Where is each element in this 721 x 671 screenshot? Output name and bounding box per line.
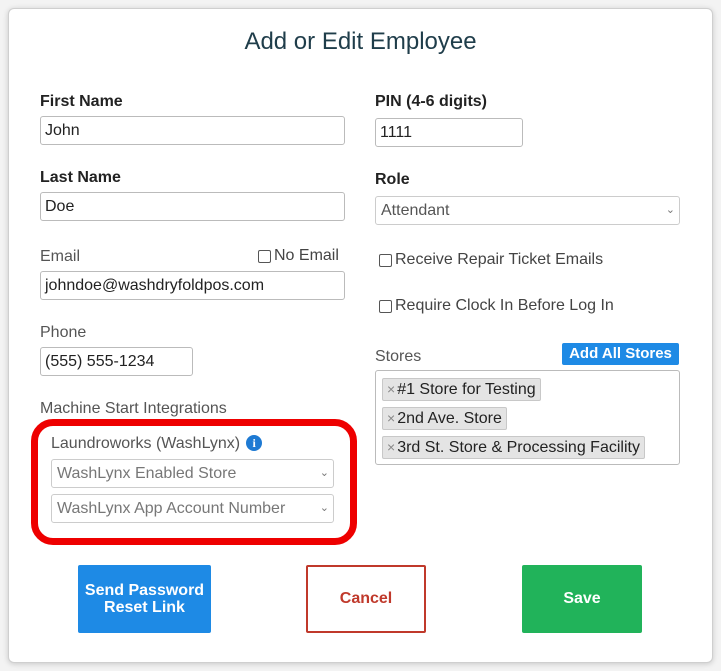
clock-in-checkbox-box[interactable]: [379, 299, 392, 313]
email-label: Email: [40, 248, 81, 265]
no-email-checkbox-box[interactable]: [258, 249, 271, 263]
repair-ticket-emails-checkbox-box[interactable]: [379, 253, 392, 267]
last-name-input[interactable]: Doe: [40, 192, 345, 221]
add-all-stores-button[interactable]: Add All Stores: [562, 343, 679, 365]
phone-input[interactable]: (555) 555-1234: [40, 347, 193, 376]
last-name-label: Last Name: [40, 169, 121, 186]
repair-ticket-emails-checkbox[interactable]: Receive Repair Ticket Emails: [379, 251, 603, 269]
machine-start-integrations-label: Machine Start Integrations: [40, 400, 227, 417]
remove-tag-icon[interactable]: ×: [387, 439, 395, 455]
role-label: Role: [375, 171, 410, 188]
store-tag: × 3rd St. Store & Processing Facility: [382, 436, 645, 459]
no-email-checkbox[interactable]: No Email: [258, 247, 339, 265]
first-name-input[interactable]: John: [40, 116, 345, 145]
store-tag-label: 3rd St. Store & Processing Facility: [397, 439, 640, 456]
store-tag-label: 2nd Ave. Store: [397, 410, 502, 427]
cancel-button[interactable]: Cancel: [306, 565, 426, 633]
remove-tag-icon[interactable]: ×: [387, 381, 395, 397]
first-name-label: First Name: [40, 93, 123, 110]
send-password-reset-button[interactable]: Send Password Reset Link: [78, 565, 211, 633]
chevron-down-icon: ⌄: [665, 204, 675, 216]
pin-input[interactable]: 1111: [375, 118, 523, 147]
store-tag: × #1 Store for Testing: [382, 378, 541, 401]
clock-in-checkbox[interactable]: Require Clock In Before Log In: [379, 297, 614, 315]
clock-in-label: Require Clock In Before Log In: [395, 297, 614, 314]
stores-multiselect[interactable]: × #1 Store for Testing × 2nd Ave. Store × 3…: [375, 370, 680, 465]
role-select-value: Attendant: [381, 202, 450, 219]
modal-title: Add or Edit Employee: [244, 28, 477, 55]
store-tag-label: #1 Store for Testing: [397, 381, 536, 398]
store-tag: × 2nd Ave. Store: [382, 407, 507, 430]
phone-label: Phone: [40, 324, 87, 341]
repair-ticket-emails-label: Receive Repair Ticket Emails: [395, 251, 604, 268]
role-select[interactable]: Attendant ⌄: [375, 196, 680, 225]
pin-label: PIN (4-6 digits): [375, 93, 488, 110]
no-email-label: No Email: [274, 247, 339, 264]
remove-tag-icon[interactable]: ×: [387, 410, 395, 426]
highlight-box: [31, 419, 357, 545]
email-input[interactable]: johndoe@washdryfoldpos.com: [40, 271, 345, 300]
save-button[interactable]: Save: [522, 565, 642, 633]
stores-label: Stores: [375, 348, 422, 365]
